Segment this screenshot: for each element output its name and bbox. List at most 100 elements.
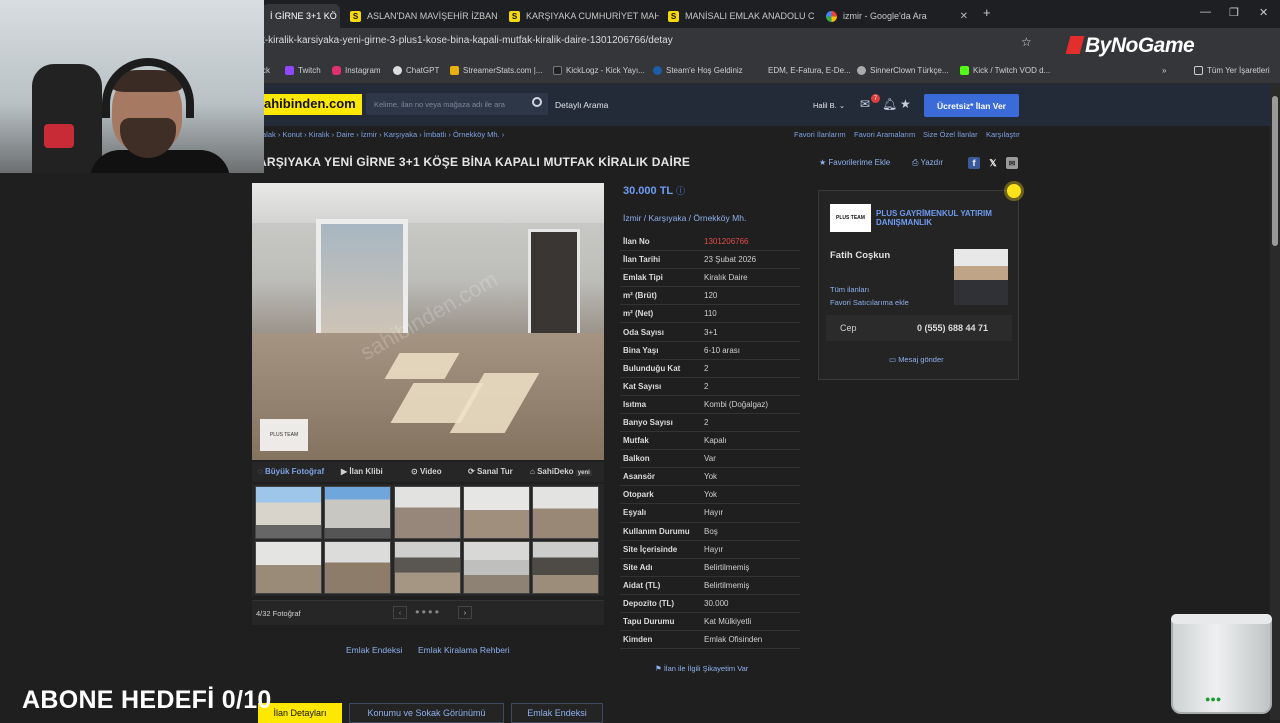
x-share-icon[interactable]: 𝕏 — [987, 157, 999, 169]
tab-listing[interactable]: İ GİRNE 3+1 KÖ✕ — [262, 4, 340, 28]
thumbnail[interactable] — [532, 541, 599, 594]
favorite-searches-link[interactable]: Favori Aramalarım — [854, 130, 915, 139]
table-row: Site İçerisinde Hayır — [620, 541, 800, 559]
thumbnail[interactable] — [324, 541, 391, 594]
thumbnail[interactable] — [324, 486, 391, 539]
tab-google[interactable]: izmir - Google'da Ara ✕ — [818, 4, 976, 28]
location-city[interactable]: İzmir — [623, 213, 641, 223]
breadcrumb-item[interactable]: Karşıyaka — [384, 130, 417, 139]
site-logo[interactable]: ahibinden.com — [262, 94, 362, 115]
gaming-chair — [32, 64, 102, 173]
all-listings-link[interactable]: Tüm ilanları — [830, 285, 869, 294]
bell-icon[interactable]: 🔔︎ — [882, 97, 897, 111]
scrollbar-thumb[interactable] — [1272, 96, 1278, 246]
breadcrumb-item[interactable]: alak — [262, 130, 276, 139]
table-row: Emlak Tipi Kiralık Daire — [620, 269, 800, 288]
bookmark-chatgpt[interactable]: ChatGPT — [393, 66, 439, 75]
search-icon[interactable] — [532, 97, 542, 107]
thumbnail[interactable] — [255, 541, 322, 594]
close-icon[interactable]: ✕ — [498, 11, 500, 22]
tab-aslan[interactable]: S ASLAN'DAN MAVİŞEHİR İZBAN✕ — [342, 4, 500, 28]
detail-value: 110 — [704, 309, 717, 319]
breadcrumb-item[interactable]: İzmir — [361, 130, 377, 139]
close-icon[interactable]: ✕ — [954, 11, 968, 22]
bookmark-instagram[interactable]: Instagram — [332, 66, 381, 75]
add-favorite-label: Favorilerime Ekle — [828, 158, 891, 167]
location-neighborhood[interactable]: Örnekköy Mh. — [693, 213, 746, 223]
detail-value: 2 — [704, 381, 709, 391]
bookmarks-overflow[interactable]: » — [1162, 66, 1166, 75]
next-photo-button[interactable]: › — [458, 606, 472, 619]
report-complaint-link[interactable]: ⚑ İlan ile İlgili Şikayetim Var — [655, 664, 748, 673]
bookmark-sinnerclown[interactable]: SinnerClown Türkçe... — [857, 66, 949, 75]
bookmark-twitch[interactable]: Twitch — [285, 66, 321, 75]
send-message-link[interactable]: ▭ Mesaj gönder — [889, 355, 944, 364]
favorite-star-icon[interactable]: ★ — [900, 97, 911, 111]
thumbnail[interactable] — [394, 541, 461, 594]
bookmark-kicklogz[interactable]: KickLogz - Kick Yayı... — [553, 66, 645, 75]
post-listing-button[interactable]: Ücretsiz* İlan Ver — [924, 94, 1019, 117]
tab-karsiyaka[interactable]: S KARŞIYAKA CUMHURİYET MAH ✕ — [501, 4, 659, 28]
tab-virtual-tour[interactable]: ⟳ Sanal Tur — [468, 467, 513, 476]
breadcrumb-item[interactable]: Örnekköy Mh. — [453, 130, 500, 139]
info-icon[interactable]: ⓘ — [676, 186, 685, 196]
breadcrumb-item[interactable]: Daire — [336, 130, 354, 139]
thumbnail[interactable] — [394, 486, 461, 539]
breadcrumb-item[interactable]: Konut — [282, 130, 302, 139]
tab-listing-clip[interactable]: ▶ İlan Klibi — [341, 467, 383, 476]
all-bookmarks[interactable]: Tüm Yer İşaretleri — [1194, 66, 1270, 75]
bookmark-star-icon[interactable]: ☆ — [1021, 35, 1032, 49]
thumbnail[interactable] — [463, 541, 530, 594]
search-placeholder: Kelime, ilan no veya mağaza adı ile ara — [374, 100, 505, 109]
location-district[interactable]: Karşıyaka — [649, 213, 687, 223]
star-icon: ★ — [819, 158, 827, 167]
thumbnail[interactable] — [532, 486, 599, 539]
thumbnail[interactable] — [255, 486, 322, 539]
favorite-listings-link[interactable]: Favori İlanlarım — [794, 130, 846, 139]
google-favicon-icon — [826, 10, 837, 22]
add-favorite-link[interactable]: ★ Favorilerime Ekle — [819, 158, 890, 167]
rental-guide-link[interactable]: Emlak Kiralama Rehberi — [418, 645, 510, 655]
new-tab-button[interactable]: + — [983, 5, 991, 20]
seller-logo[interactable]: PLUS TEAM — [830, 204, 871, 232]
tab-location-street-view[interactable]: Konumu ve Sokak Görünümü — [349, 703, 504, 723]
search-input[interactable]: Kelime, ilan no veya mağaza adı ile ara — [366, 93, 548, 115]
main-photo[interactable]: sahibinden.com PLUS TEAM — [252, 183, 604, 460]
print-link[interactable]: ⎙ Yazdır — [912, 158, 943, 168]
tab-big-photo[interactable]: ◌ Büyük Fotoğraf — [258, 467, 324, 476]
detail-value: Hayır — [704, 508, 724, 518]
tab-emlak-endeksi[interactable]: Emlak Endeksi — [511, 703, 603, 723]
minimize-icon[interactable]: — — [1200, 6, 1211, 18]
notification-badge: 7 — [871, 94, 880, 103]
breadcrumb-item[interactable]: Kiralık — [309, 130, 330, 139]
bookmark-kick-vod[interactable]: Kick / Twitch VOD d... — [960, 66, 1050, 75]
tab-manisali[interactable]: SMANİSALI EMLAK ANADOLU C✕ — [660, 4, 818, 28]
tab-video[interactable]: ⊙ Video — [411, 467, 442, 476]
seller-company[interactable]: PLUS GAYRİMENKUL YATIRIM DANIŞMANLIK — [876, 209, 1006, 227]
media-tab-label: Sanal Tur — [476, 467, 513, 476]
bookmark-label: KickLogz - Kick Yayı... — [566, 66, 645, 75]
restore-icon[interactable]: ❐ — [1229, 6, 1239, 19]
special-listings-link[interactable]: Size Özel İlanlar — [923, 130, 978, 139]
bookmark-steam[interactable]: Steam'e Hoş Geldiniz — [653, 66, 743, 75]
media-tab-label: Video — [419, 467, 442, 476]
compare-link[interactable]: Karşılaştır — [986, 130, 1020, 139]
favorite-seller-link[interactable]: Favori Satıcılarıma ekle — [830, 298, 909, 307]
mail-icon[interactable]: ✉ — [860, 97, 870, 111]
emlak-endeksi-link[interactable]: Emlak Endeksi — [346, 645, 402, 655]
detailed-search-link[interactable]: Detaylı Arama — [555, 100, 608, 110]
facebook-share-icon[interactable]: f — [968, 157, 980, 169]
breadcrumb-item[interactable]: İmbatlı — [424, 130, 447, 139]
tab-sahideko[interactable]: ⌂ SahiDeko yeni — [530, 467, 592, 476]
close-icon[interactable]: ✕ — [337, 11, 340, 22]
kick-icon — [960, 66, 969, 75]
bookmark-label: Instagram — [345, 66, 381, 75]
close-window-icon[interactable]: ✕ — [1259, 6, 1268, 19]
prev-photo-button[interactable]: ‹ — [393, 606, 407, 619]
url-field[interactable]: t-kiralik-karsiyaka-yeni-girne-3-plus1-k… — [262, 35, 673, 46]
email-share-icon[interactable]: ✉ — [1006, 157, 1018, 169]
bookmark-edm[interactable]: EDM, E-Fatura, E-De... — [768, 66, 851, 75]
bookmark-streamerstats[interactable]: StreamerStats.com |... — [450, 66, 542, 75]
thumbnail[interactable] — [463, 486, 530, 539]
user-menu[interactable]: Halil B. ⌄ — [813, 101, 845, 110]
